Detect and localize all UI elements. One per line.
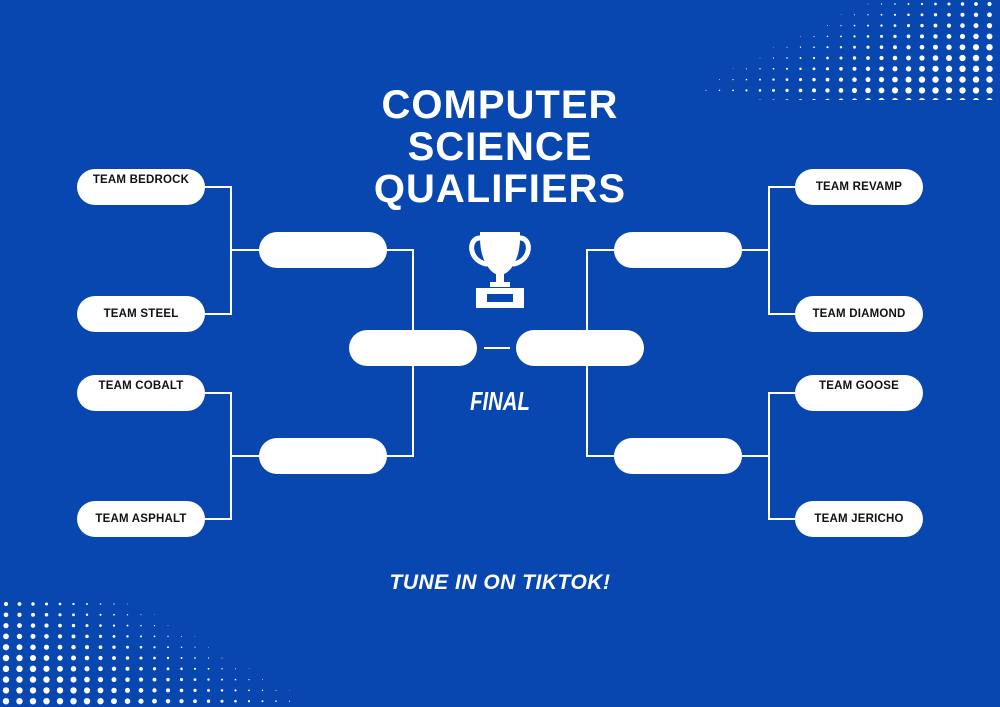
connector-left-bottom <box>204 392 259 520</box>
title-line-3: QUALIFIERS <box>373 167 627 211</box>
final-label: FINAL <box>470 386 530 416</box>
trophy-icon <box>469 232 531 308</box>
connector-right-bottom <box>741 392 796 520</box>
team-slot-asphalt: TEAM ASPHALT <box>77 501 205 537</box>
title-line-1: COMPUTER <box>381 83 619 127</box>
footer-tagline: TUNE IN ON TIKTOK! <box>389 571 611 594</box>
semifinal-slot-left-top <box>259 232 387 268</box>
semifinal-slot-right-top <box>614 232 742 268</box>
final-slot-left <box>349 330 477 366</box>
connector-left-top <box>204 186 259 315</box>
semifinal-slot-left-bottom <box>259 438 387 474</box>
final-slot-right <box>516 330 644 366</box>
team-slot-steel: TEAM STEEL <box>77 296 205 332</box>
bracket-poster: COMPUTER SCIENCE QUALIFIERS TEAM BEDROCK… <box>0 0 1000 707</box>
team-slot-cobalt: TEAM COBALT <box>77 375 205 411</box>
semifinal-slot-right-bottom <box>614 438 742 474</box>
connector-right-top <box>741 186 796 315</box>
team-slot-jericho: TEAM JERICHO <box>795 501 923 537</box>
title-line-2: SCIENCE <box>407 125 593 169</box>
team-slot-bedrock: TEAM BEDROCK <box>77 169 205 205</box>
poster-title: COMPUTER SCIENCE QUALIFIERS <box>300 84 700 210</box>
team-slot-revamp: TEAM REVAMP <box>795 169 923 205</box>
team-slot-goose: TEAM GOOSE <box>795 375 923 411</box>
team-slot-diamond: TEAM DIAMOND <box>795 296 923 332</box>
